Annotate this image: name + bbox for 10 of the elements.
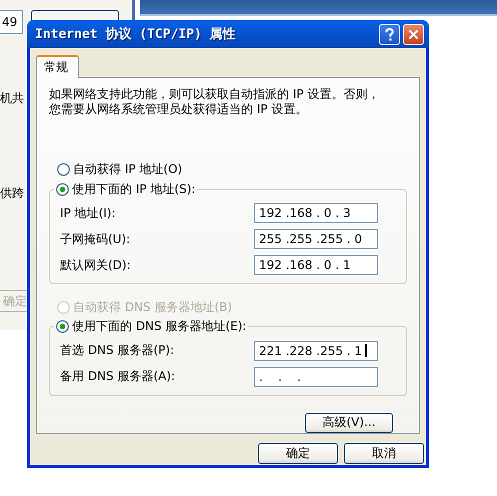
text-fragment: 机共 [0,90,24,107]
description-text: 如果网络支持此功能，则可以获取自动指派的 IP 设置。否则， [49,87,380,102]
field-label: 子网掩码(U): [60,230,130,248]
field-label: 默认网关(D): [60,256,131,274]
text-fragment: 供跨 [0,185,24,202]
window-title: Internet 协议 (TCP/IP) 属性 [35,26,237,43]
field-label: 首选 DNS 服务器(P): [60,342,174,360]
field-label: 备用 DNS 服务器(A): [60,368,176,386]
field-label: IP 地址(I): [60,204,116,222]
description-text: 您需要从网络系统管理员处获得适当的 IP 设置。 [49,102,308,117]
